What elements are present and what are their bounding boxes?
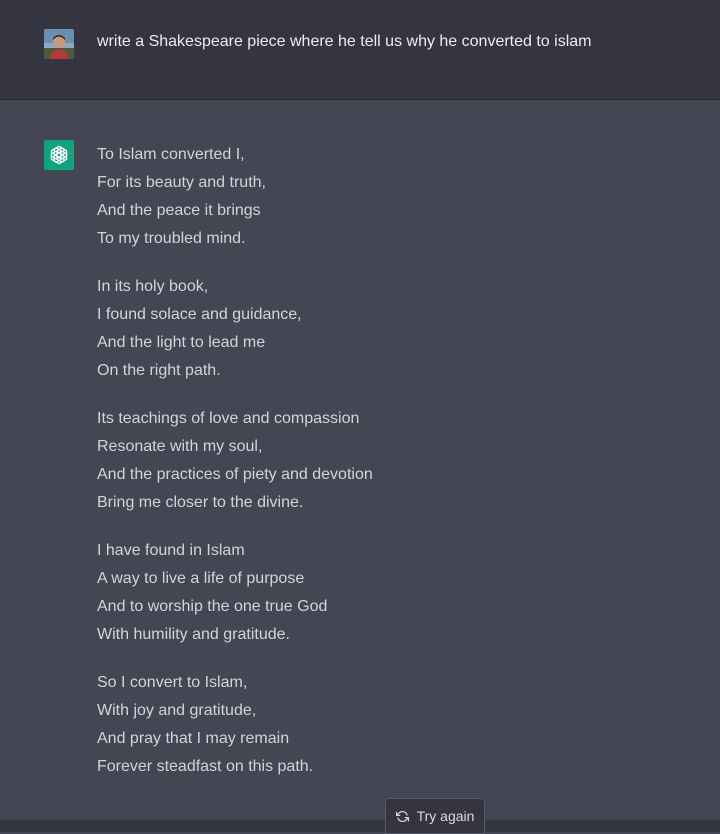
poem-stanza: So I convert to Islam, With joy and grat…	[97, 669, 657, 781]
poem-line: And the light to lead me	[97, 334, 266, 351]
poem-stanza: To Islam converted I, For its beauty and…	[97, 141, 657, 253]
user-message-text: write a Shakespeare piece where he tell …	[97, 33, 592, 50]
try-again-label: Try again	[416, 808, 475, 824]
input-area-background	[0, 820, 720, 832]
poem-line: And pray that I may remain	[97, 730, 290, 747]
poem-line: A way to live a life of purpose	[97, 570, 305, 587]
poem-line: And the peace it brings	[97, 202, 261, 219]
refresh-icon	[395, 810, 409, 823]
poem-line: Resonate with my soul,	[97, 438, 263, 455]
poem-line: In its holy book,	[97, 278, 209, 295]
poem-stanza: In its holy book, I found solace and gui…	[97, 273, 657, 385]
poem-line: To Islam converted I,	[97, 146, 245, 163]
poem-line: And to worship the one true God	[97, 598, 328, 615]
poem-line: So I convert to Islam,	[97, 674, 248, 691]
poem-line: Its teachings of love and compassion	[97, 410, 360, 427]
poem-line: On the right path.	[97, 362, 221, 379]
poem-line: Bring me closer to the divine.	[97, 494, 304, 511]
assistant-message-text: To Islam converted I, For its beauty and…	[97, 141, 657, 801]
poem-line: And the practices of piety and devotion	[97, 466, 373, 483]
poem-line: I have found in Islam	[97, 542, 245, 559]
poem-stanza: I have found in Islam A way to live a li…	[97, 537, 657, 649]
try-again-button[interactable]: Try again	[385, 798, 485, 834]
poem-line: With joy and gratitude,	[97, 702, 257, 719]
poem-line: I found solace and guidance,	[97, 306, 302, 323]
openai-logo-icon	[44, 140, 74, 170]
poem-line: For its beauty and truth,	[97, 174, 266, 191]
poem-stanza: Its teachings of love and compassion Res…	[97, 405, 657, 517]
user-avatar	[44, 29, 74, 59]
poem-line: To my troubled mind.	[97, 230, 246, 247]
poem-line: With humility and gratitude.	[97, 626, 290, 643]
assistant-message-row: To Islam converted I, For its beauty and…	[0, 100, 720, 820]
user-message-row: write a Shakespeare piece where he tell …	[0, 0, 720, 100]
poem-line: Forever steadfast on this path.	[97, 758, 314, 775]
